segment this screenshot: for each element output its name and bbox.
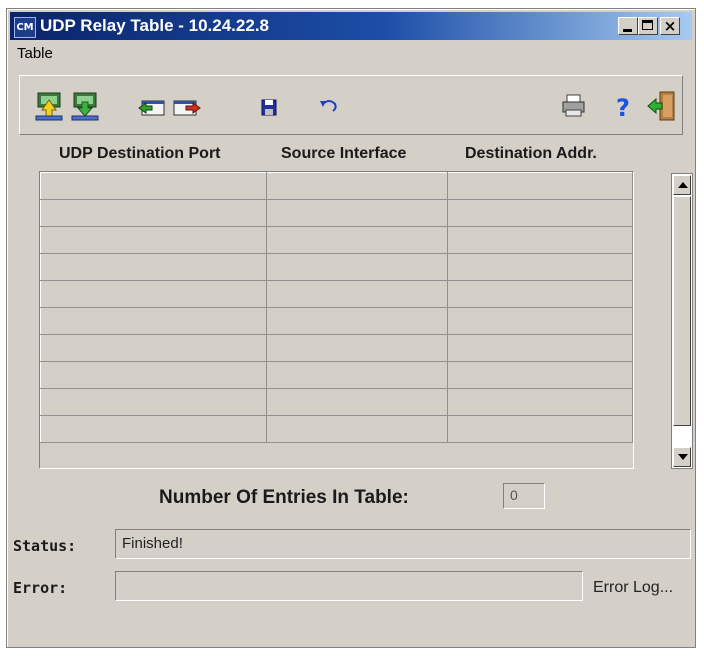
scroll-up-button[interactable]: [673, 175, 691, 195]
export-icon: [173, 100, 201, 116]
exit-icon: [647, 91, 675, 121]
help-icon: ?: [616, 94, 630, 122]
save-button[interactable]: [254, 90, 284, 122]
menu-table[interactable]: Table: [13, 45, 57, 62]
exit-button[interactable]: [646, 90, 676, 122]
import-button[interactable]: [136, 90, 166, 122]
upload-icon: [35, 92, 63, 121]
scroll-down-button[interactable]: [673, 447, 691, 467]
minimize-icon: [623, 29, 632, 32]
close-button[interactable]: ×: [660, 17, 680, 35]
window-title: UDP Relay Table - 10.24.22.8: [40, 16, 269, 35]
scrollbar-thumb[interactable]: [673, 196, 691, 426]
error-label: Error:: [13, 579, 68, 597]
table-row[interactable]: [40, 172, 633, 200]
table-row[interactable]: [40, 280, 633, 308]
table-row[interactable]: [40, 199, 633, 227]
column-header-destination-addr[interactable]: Destination Addr.: [465, 145, 597, 163]
relay-table[interactable]: [39, 171, 634, 469]
relay-table-grid: [40, 172, 633, 443]
column-header-udp-port[interactable]: UDP Destination Port: [59, 145, 221, 163]
export-button[interactable]: [172, 90, 202, 122]
table-row[interactable]: [40, 307, 633, 335]
status-field: Finished!: [115, 529, 691, 559]
import-icon: [138, 100, 165, 116]
column-header-source-interface[interactable]: Source Interface: [281, 145, 406, 163]
upload-button[interactable]: [34, 90, 64, 122]
udp-relay-window: CM UDP Relay Table - 10.24.22.8 × Table: [6, 8, 696, 648]
toolbar: ?: [19, 75, 683, 135]
print-icon: [562, 94, 585, 117]
download-icon: [71, 92, 99, 121]
table-row[interactable]: [40, 226, 633, 254]
minimize-button[interactable]: [618, 17, 638, 35]
table-row[interactable]: [40, 253, 633, 281]
print-button[interactable]: [558, 90, 588, 122]
entries-count-value: 0: [503, 483, 545, 509]
table-row[interactable]: [40, 361, 633, 389]
undo-icon: [320, 100, 337, 112]
app-icon: CM: [14, 17, 36, 38]
error-field: [115, 571, 583, 601]
status-label: Status:: [13, 537, 77, 555]
maximize-button[interactable]: [638, 17, 658, 35]
table-row[interactable]: [40, 388, 633, 416]
vertical-scrollbar[interactable]: [671, 173, 693, 469]
svg-text:?: ?: [616, 94, 630, 122]
maximize-icon: [642, 20, 653, 30]
arrow-up-icon: [678, 182, 688, 188]
table-row[interactable]: [40, 334, 633, 362]
undo-button[interactable]: [314, 90, 344, 122]
download-button[interactable]: [70, 90, 100, 122]
error-log-link[interactable]: Error Log...: [593, 579, 673, 597]
help-button[interactable]: ?: [608, 90, 638, 122]
save-icon: [261, 99, 277, 116]
table-row[interactable]: [40, 415, 633, 443]
entries-count-label: Number Of Entries In Table:: [159, 487, 409, 508]
title-bar[interactable]: CM UDP Relay Table - 10.24.22.8 ×: [10, 12, 692, 40]
menu-bar: Table: [13, 45, 57, 67]
arrow-down-icon: [678, 454, 688, 460]
close-icon: ×: [663, 17, 677, 35]
